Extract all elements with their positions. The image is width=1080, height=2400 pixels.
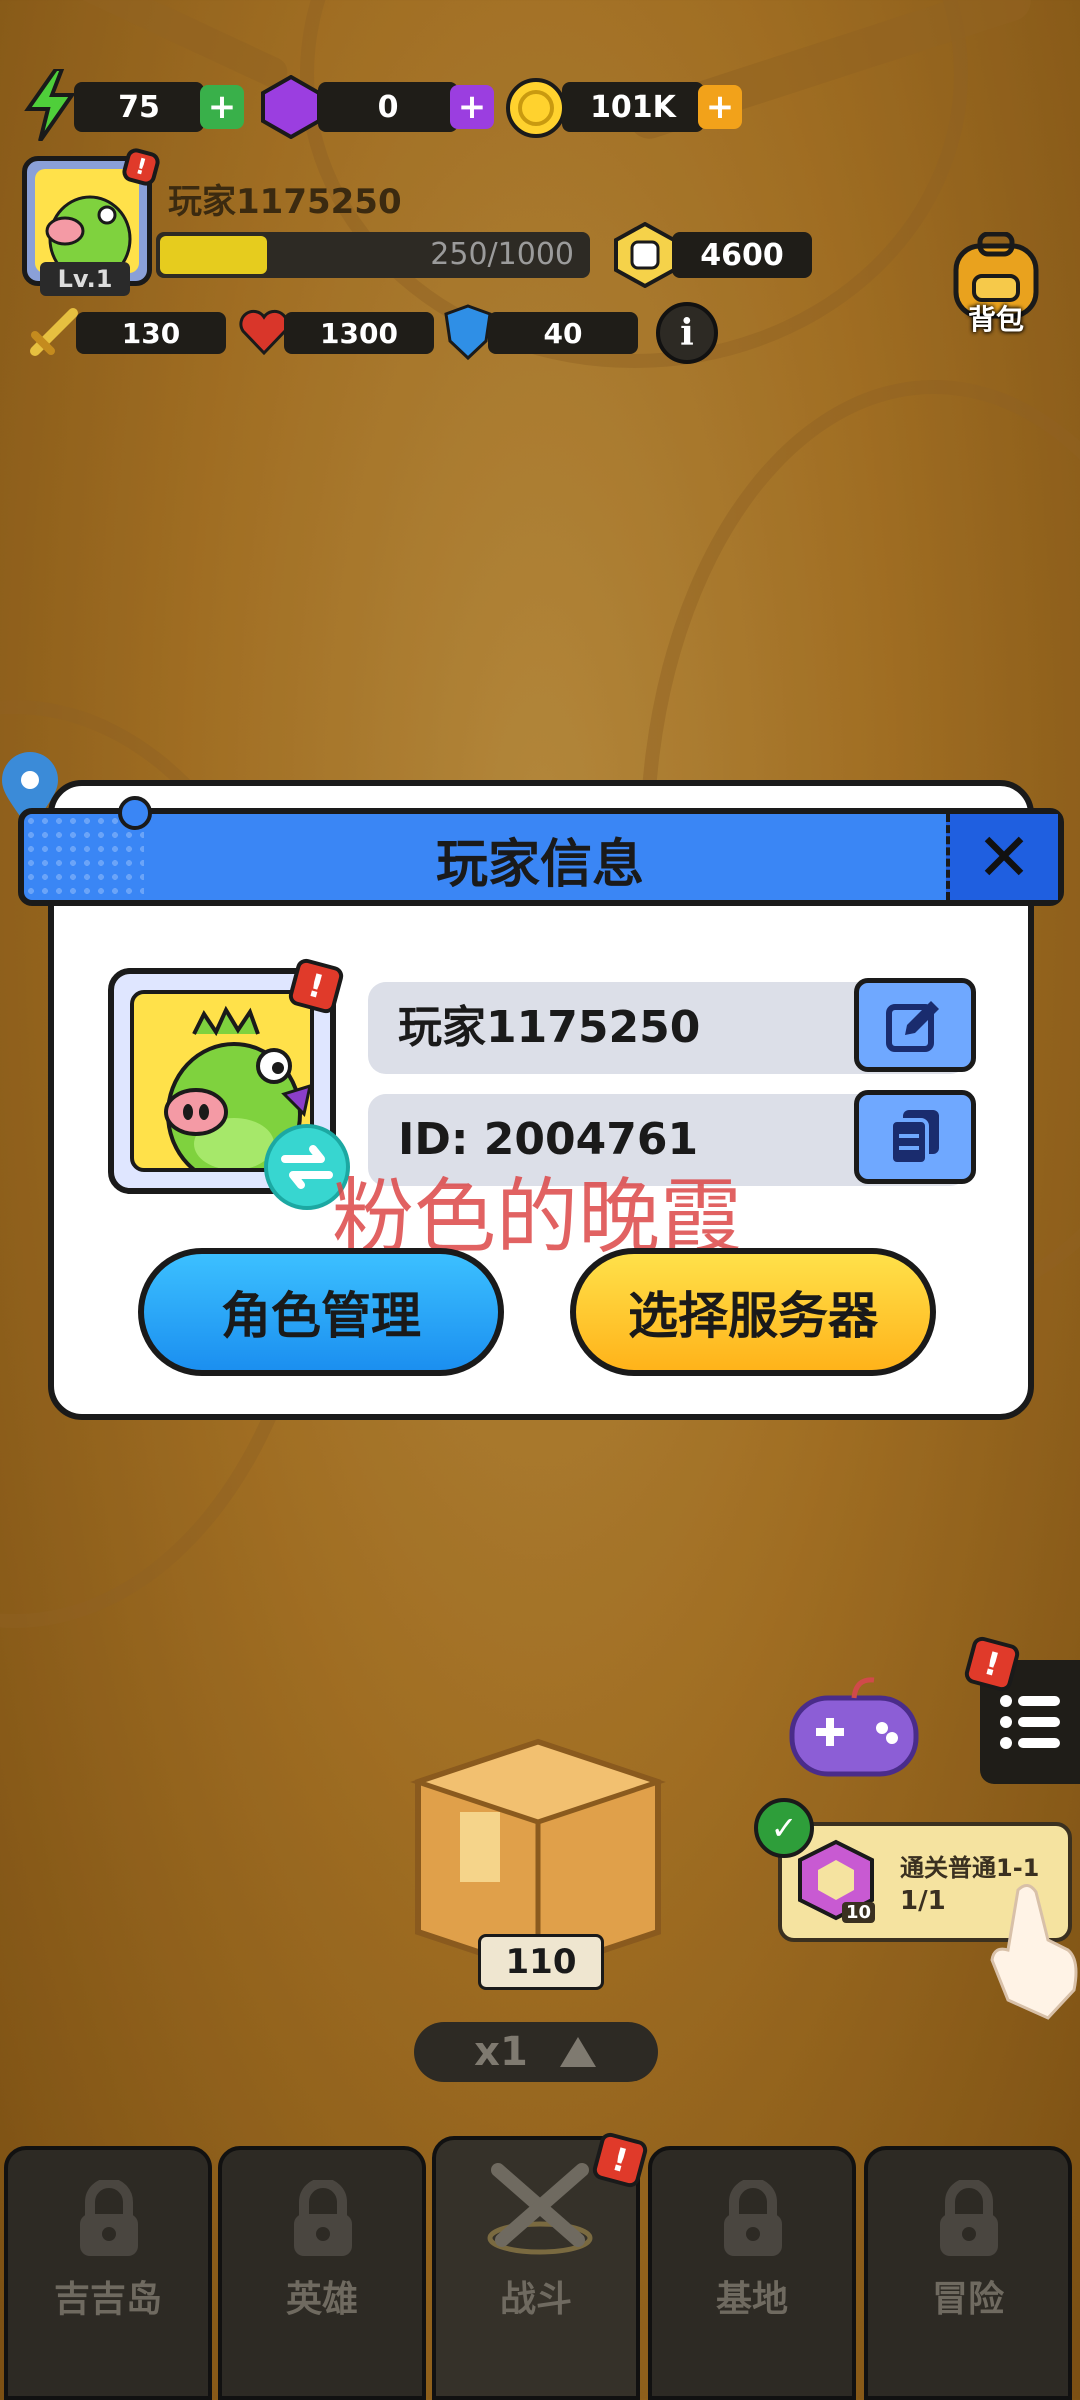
copy-id-button[interactable]: [854, 1090, 976, 1184]
quest-badge: 10: [842, 1902, 876, 1923]
lock-icon: [294, 2180, 352, 2256]
nav-label: 冒险: [931, 2279, 1004, 2320]
xp-bar: 250/1000: [156, 232, 590, 278]
crossed-swords-icon: [487, 2163, 593, 2255]
nav-tab-base[interactable]: 基地: [648, 2146, 856, 2400]
nav-tab-heroes[interactable]: 英雄: [218, 2146, 426, 2400]
edit-name-button[interactable]: [854, 978, 976, 1072]
role-management-button[interactable]: 角色管理: [138, 1248, 504, 1376]
lock-icon: [724, 2180, 782, 2256]
player-name: 玩家1175250: [168, 182, 402, 222]
xp-text: 250/1000: [430, 237, 574, 272]
power-value: 4600: [672, 232, 812, 278]
add-energy-button[interactable]: +: [200, 85, 244, 129]
speed-multiplier-button[interactable]: x1: [414, 2022, 658, 2082]
copy-icon: [889, 1110, 939, 1166]
tutorial-hand-icon: [988, 1880, 1080, 2020]
gamepad-button[interactable]: [786, 1672, 922, 1782]
gem-value: 0: [318, 82, 458, 132]
lightning-icon: [20, 69, 80, 141]
lock-icon: [940, 2180, 998, 2256]
backpack-label: 背包: [967, 303, 1024, 336]
info-icon: i: [680, 312, 694, 354]
menu-list-icon: [1000, 1695, 1060, 1749]
quest-title: 通关普通1-1: [900, 1854, 1040, 1882]
gem-icon: [258, 74, 324, 140]
nav-label: 英雄: [285, 2279, 358, 2320]
arrow-up-icon: [559, 2037, 596, 2067]
name-field: 玩家1175250: [368, 978, 976, 1074]
player-level: Lv.1: [40, 262, 130, 296]
nav-label: 战斗: [499, 2279, 572, 2320]
health-value: 1300: [284, 312, 434, 354]
sword-icon: [26, 304, 82, 360]
quest-complete-check-icon: ✓: [754, 1798, 814, 1858]
nav-label: 基地: [715, 2279, 788, 2320]
coin-icon: [504, 76, 568, 140]
speed-multiplier-value: x1: [474, 2029, 528, 2075]
edit-icon: [886, 1001, 939, 1052]
coin-value: 101K: [562, 82, 704, 132]
add-gem-button[interactable]: +: [450, 85, 494, 129]
add-coin-button[interactable]: +: [698, 85, 742, 129]
attack-value: 130: [76, 312, 226, 354]
select-server-button[interactable]: 选择服务器: [570, 1248, 936, 1376]
nav-tab-adventure[interactable]: 冒险: [864, 2146, 1072, 2400]
name-value: 玩家1175250: [398, 1002, 701, 1053]
dialog-title: 玩家信息: [435, 835, 644, 895]
swap-icon: [281, 1145, 333, 1189]
quest-progress: 1/1: [900, 1886, 946, 1916]
xp-bar-fill: [160, 236, 267, 274]
nav-label: 吉吉岛: [53, 2279, 162, 2320]
fist-icon: [610, 220, 680, 290]
nav-tab-island[interactable]: 吉吉岛: [4, 2146, 212, 2400]
defense-value: 40: [488, 312, 638, 354]
info-button[interactable]: i: [656, 302, 718, 364]
gamepad-icon: [789, 1677, 919, 1777]
backpack-button[interactable]: 背包: [946, 231, 1050, 342]
energy-value: 75: [74, 82, 204, 132]
lock-icon: [80, 2180, 138, 2256]
chest-count: 110: [478, 1934, 604, 1990]
